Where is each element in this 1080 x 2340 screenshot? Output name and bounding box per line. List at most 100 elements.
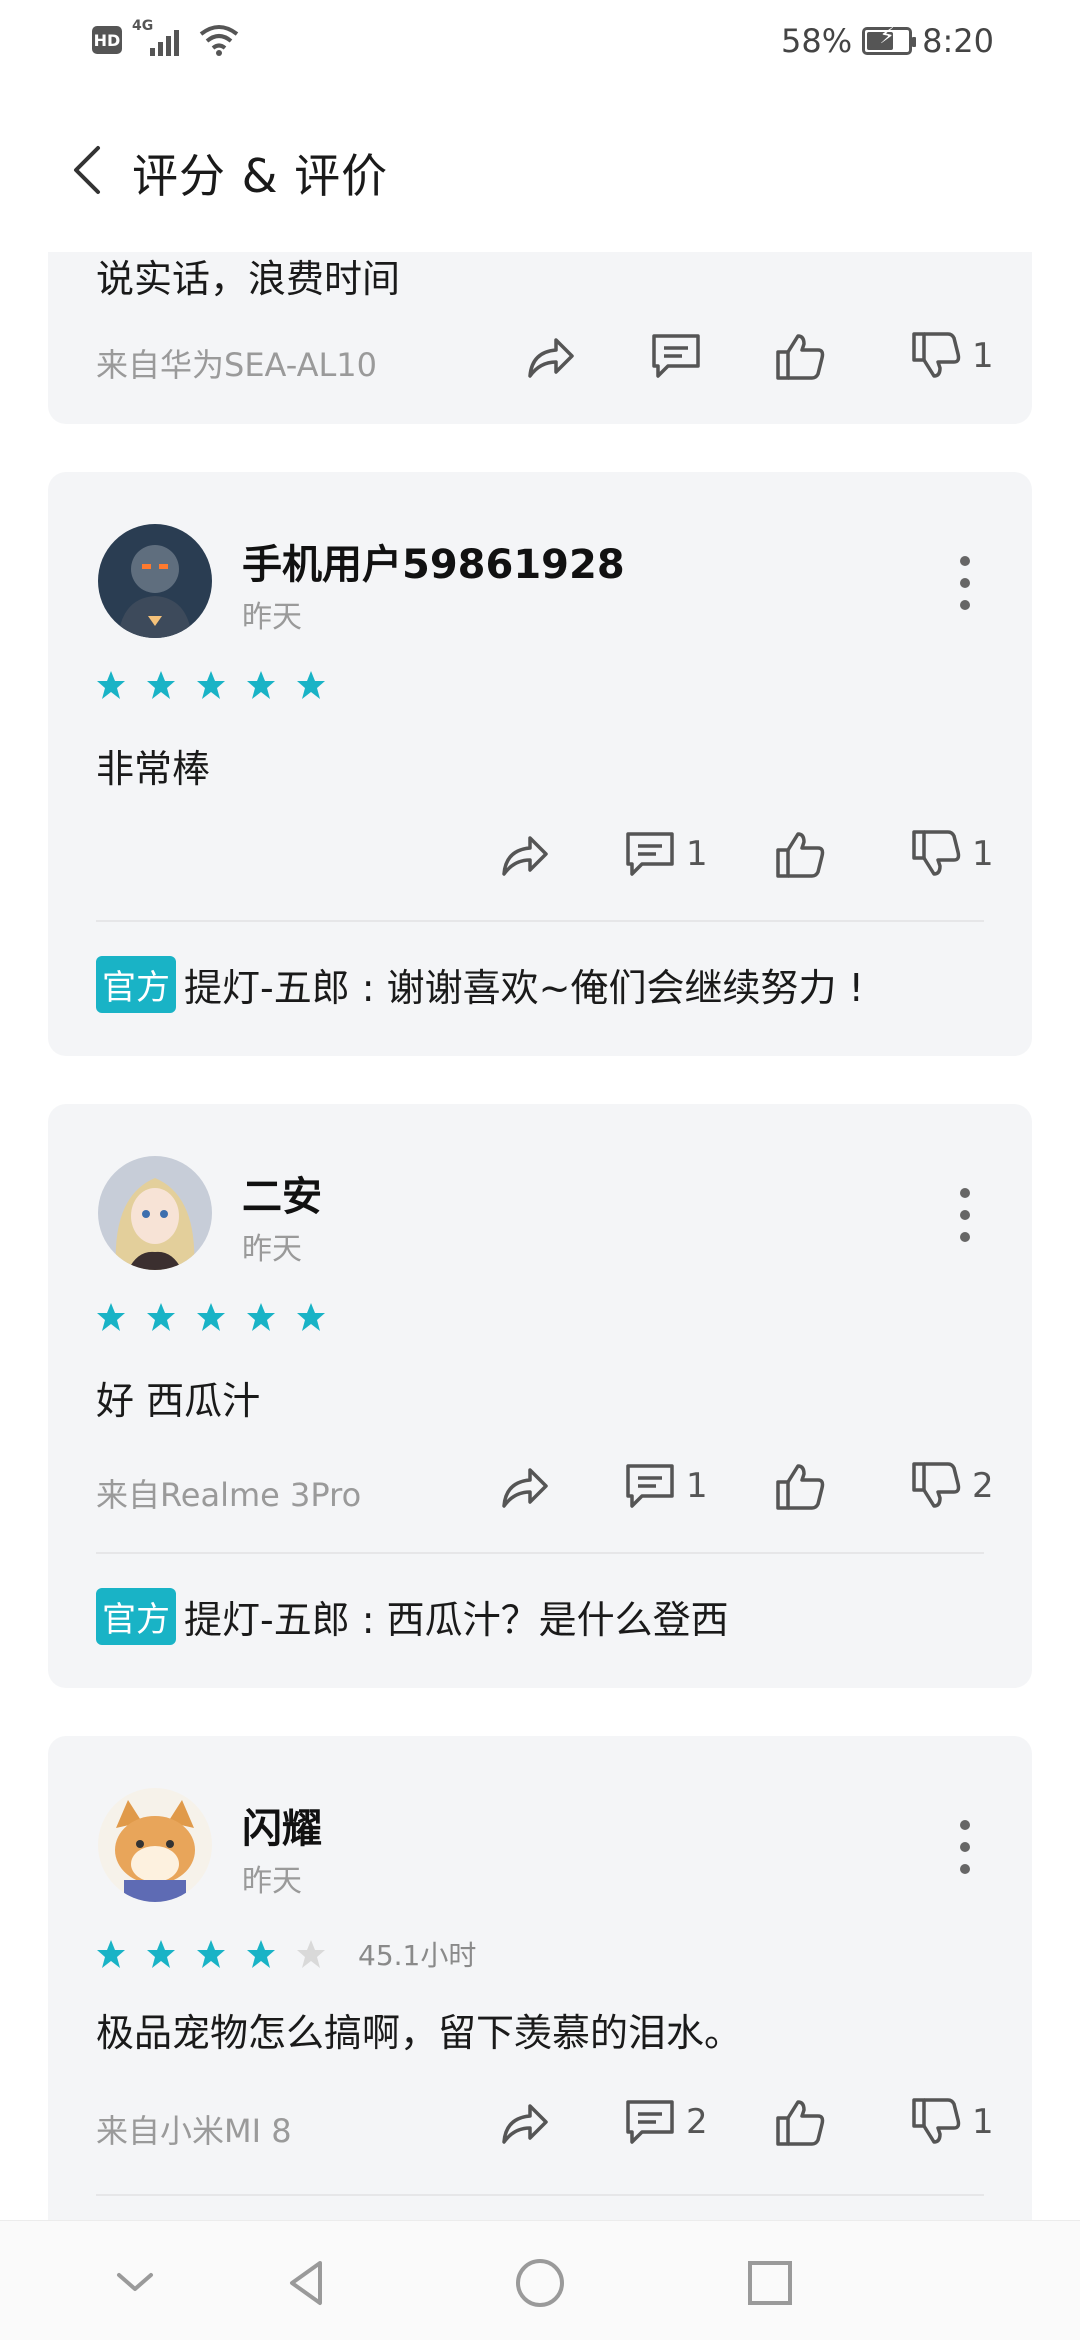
battery-icon: ⚡ [862,24,917,55]
dislike-button[interactable]: 2 [908,1458,994,1514]
comment-button[interactable]: 2 [622,2094,708,2150]
username: 二安 [242,1174,322,1220]
rating-stars: 45.1小时 [96,1934,476,1974]
comment-button[interactable] [648,328,712,384]
more-icon[interactable] [958,1820,972,1874]
thumbs-up-icon [776,1464,825,1510]
rating-stars [96,1302,326,1332]
reply-text: 提灯-五郎 : 西瓜汁？是什么登西 [184,1598,729,1642]
star-filled-icon [247,1940,275,1968]
thumbs-up-icon [776,832,825,878]
review-card: 二安 昨天 好 西瓜汁 来自Realme 3Pro 1 2 官方 提灯-五郎 :… [48,1104,1032,1688]
dislike-button[interactable]: 1 [908,2094,994,2150]
wifi-icon [199,25,239,56]
star-filled-icon [97,1303,125,1331]
like-button[interactable] [772,328,828,384]
system-nav-bar [0,2220,1080,2340]
review-actions: 1 2 [48,1458,1032,1518]
star-filled-icon [247,671,275,699]
status-bar: HD 4G 58% ⚡ 8:20 [0,0,1080,84]
star-filled-icon [147,671,175,699]
review-actions: 2 1 [48,2094,1032,2154]
play-duration: 45.1小时 [358,1939,477,1972]
comment-icon [626,2100,674,2144]
thumbs-down-icon [912,2098,961,2144]
battery-percent: 58% [781,22,853,60]
status-right: 58% ⚡ 8:20 [781,22,994,60]
comment-count: 2 [686,2102,708,2142]
comment-icon [626,832,674,876]
home-icon[interactable] [510,2253,570,2313]
share-icon [528,338,574,378]
share-icon [502,1468,548,1508]
more-icon[interactable] [958,556,972,610]
dislike-count: 1 [972,834,994,874]
comment-button[interactable]: 1 [622,826,708,882]
divider [96,920,984,922]
official-reply: 官方 提灯-五郎 : 西瓜汁？是什么登西 [96,1588,729,1645]
star-filled-icon [97,671,125,699]
back-nav-icon[interactable] [278,2253,338,2313]
review-date: 昨天 [242,1232,302,1267]
dislike-count: 1 [972,2102,994,2142]
star-filled-icon [97,1940,125,1968]
avatar[interactable] [98,1788,212,1902]
page-title: 评分 & 评价 [132,149,389,203]
star-filled-icon [297,1303,325,1331]
avatar[interactable] [98,524,212,638]
review-text: 非常棒 [96,747,211,791]
star-empty-icon [297,1940,325,1968]
share-button[interactable] [522,328,578,384]
comment-icon [652,334,700,378]
star-filled-icon [197,1940,225,1968]
share-button[interactable] [496,2094,552,2150]
star-filled-icon [197,1303,225,1331]
star-filled-icon [147,1940,175,1968]
star-filled-icon [197,671,225,699]
like-button[interactable] [772,1458,828,1514]
review-actions: 1 [48,328,1032,388]
dislike-count: 1 [972,336,994,376]
chevron-down-icon[interactable] [105,2253,165,2313]
thumbs-down-icon [912,1462,961,1508]
official-badge: 官方 [96,956,176,1013]
thumbs-down-icon [912,332,961,378]
divider [96,2194,984,2196]
username: 手机用户59861928 [242,542,625,588]
username: 闪耀 [242,1806,322,1852]
more-icon[interactable] [958,1188,972,1242]
thumbs-up-icon [776,334,825,380]
comment-button[interactable]: 1 [622,1458,708,1514]
star-filled-icon [297,671,325,699]
review-actions: 1 1 [48,826,1032,886]
status-left: HD 4G [92,18,240,58]
comment-count: 1 [686,1466,708,1506]
reply-text: 提灯-五郎 : 谢谢喜欢~俺们会继续努力 ! [184,966,864,1010]
review-text: 极品宠物怎么搞啊，留下羡慕的泪水。 [96,2011,743,2055]
thumbs-down-icon [912,830,961,876]
review-text: 说实话，浪费时间 [96,257,401,301]
rating-stars [96,670,326,700]
avatar[interactable] [98,1156,212,1270]
comment-count: 1 [686,834,708,874]
star-filled-icon [247,1303,275,1331]
thumbs-up-icon [776,2100,825,2146]
clock: 8:20 [922,22,994,60]
app-bar: 评分 & 评价 [0,84,1080,252]
official-reply: 官方 提灯-五郎 : 谢谢喜欢~俺们会继续努力 ! [96,956,864,1013]
review-date: 昨天 [242,600,302,635]
share-button[interactable] [496,1458,552,1514]
star-filled-icon [147,1303,175,1331]
hd-icon: HD [92,26,122,54]
comment-icon [626,1464,674,1508]
like-button[interactable] [772,2094,828,2150]
back-icon[interactable] [64,140,112,200]
official-badge: 官方 [96,1588,176,1645]
dislike-button[interactable]: 1 [908,328,994,384]
share-icon [502,2104,548,2144]
recents-icon[interactable] [740,2253,800,2313]
share-button[interactable] [496,826,552,882]
dislike-button[interactable]: 1 [908,826,994,882]
review-text: 好 西瓜汁 [96,1379,261,1423]
like-button[interactable] [772,826,828,882]
